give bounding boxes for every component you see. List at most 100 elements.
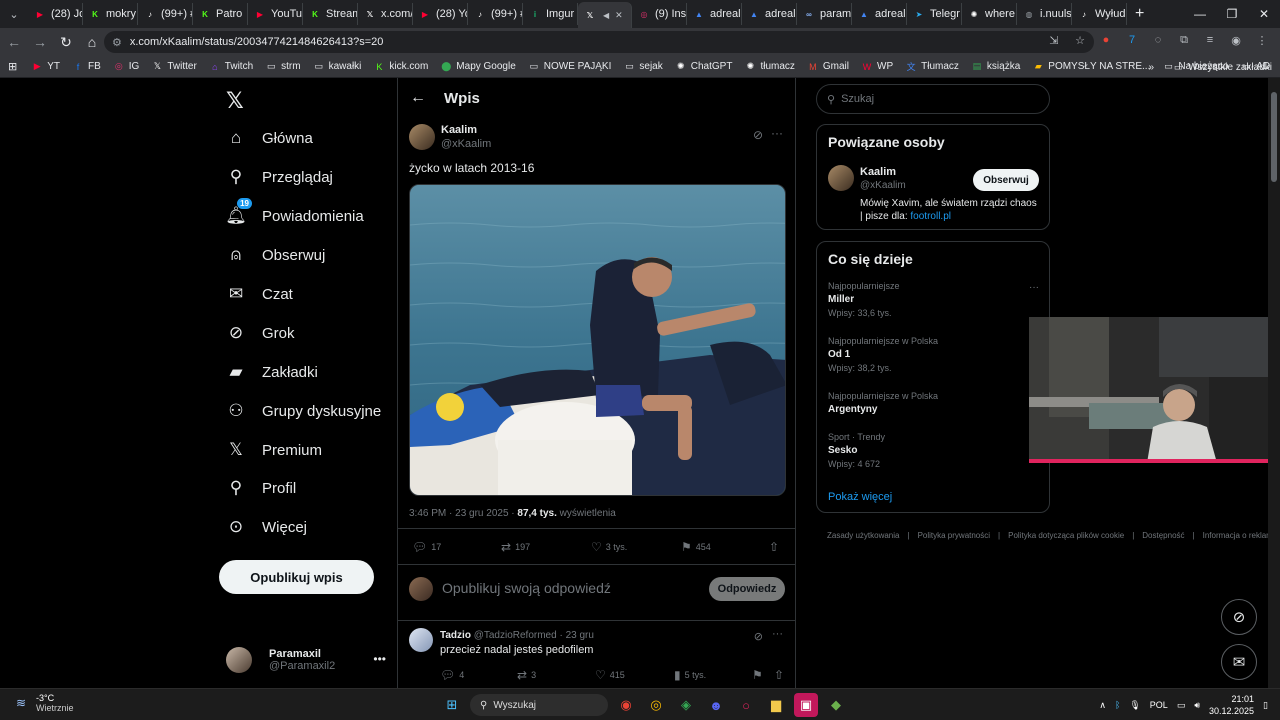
grok-fab-icon[interactable]: ⊘ (1221, 599, 1257, 635)
bookmark-item[interactable]: M Gmail (807, 61, 849, 73)
browser-tab[interactable]: ▶ (28) Yo (413, 3, 468, 25)
browser-tab[interactable]: ∞ param (797, 3, 852, 25)
browser-tab[interactable]: ▲ adreal (687, 3, 742, 25)
notifications-icon[interactable]: ▯ (1263, 700, 1268, 711)
profile-icon[interactable]: ◉ (1228, 32, 1244, 48)
trend-item[interactable]: Najpopularniejsze w Polska Argentyny (828, 391, 1038, 415)
reply-input[interactable]: Opublikuj swoją odpowiedź (442, 580, 611, 596)
minimize-button[interactable]: — (1184, 0, 1216, 28)
volume-icon[interactable]: 🔊︎ (1194, 700, 1200, 711)
speaker-icon[interactable]: ◀︎ (603, 11, 609, 20)
bookmark-item[interactable]: ▰ POMYSŁY NA STRE... (1032, 61, 1151, 73)
nav-item-grok[interactable]: ⊘ Grok (226, 318, 295, 348)
seven-tv-icon[interactable]: 7 (1124, 32, 1140, 48)
chevron-up-icon[interactable]: ∧ (1099, 700, 1106, 711)
bookmark-item[interactable]: ◎ IG (113, 61, 140, 73)
browser-tab[interactable]: ♪ Wyłud (1072, 3, 1127, 25)
clock[interactable]: 21:01 30.12.2025 (1209, 693, 1254, 717)
browser-tab[interactable]: ▶ YouTu (248, 3, 303, 25)
more-icon[interactable]: ··· (771, 126, 783, 140)
browser-tab[interactable]: ♪ (99+) # (138, 3, 193, 25)
star-icon[interactable]: ☆ (1072, 32, 1088, 48)
chrome-icon[interactable]: ◎ (644, 693, 668, 717)
reply-button[interactable]: Odpowiedz (709, 577, 785, 601)
more-icon[interactable]: ••• (373, 652, 386, 666)
browser-tab[interactable]: ▶ (28) Jo (28, 3, 83, 25)
share-action[interactable]: ⇧ (774, 668, 788, 682)
reload-button[interactable]: ↻ (54, 30, 78, 54)
bookmark-item[interactable]: 𝕏 Twitter (151, 61, 197, 73)
messages-fab-icon[interactable]: ✉ (1221, 644, 1257, 680)
maximize-button[interactable]: ❐ (1216, 0, 1248, 28)
network-icon[interactable]: ▭ (1177, 700, 1186, 711)
discord-icon[interactable]: ☻ (704, 693, 728, 717)
nav-item-bell[interactable]: 🔔︎ 19 Powiadomienia (225, 198, 364, 231)
nav-item-more-circle[interactable]: ⊙ Więcej (226, 512, 307, 542)
bookmark-item[interactable]: ▭ strm (265, 61, 301, 73)
scrollbar-thumb[interactable] (1271, 92, 1277, 182)
close-tab-icon[interactable]: ✕ (615, 10, 623, 21)
browser-tab[interactable]: ▲ adreal (742, 3, 797, 25)
browser-tab[interactable]: ✺ where (962, 3, 1017, 25)
avatar[interactable] (828, 165, 854, 191)
address-bar[interactable]: ⚙ x.com/xKaalim/status/20034774214846264… (104, 31, 1094, 53)
bookmark-item[interactable]: ⬤ Mapy Google (440, 61, 516, 73)
back-button[interactable]: ← (2, 30, 26, 54)
nav-item-mail[interactable]: ✉ Czat (226, 279, 293, 309)
reply-action[interactable]: 💬︎ 4 (440, 668, 464, 682)
search-input[interactable]: ⚲ Szukaj (816, 84, 1050, 114)
repost-action[interactable]: ⇄ 3 (517, 668, 536, 682)
author-name[interactable]: Kaalim (441, 124, 477, 136)
footer-link[interactable]: Zasady użytkowania (827, 531, 899, 540)
browser-tab[interactable]: ◍ i.nuuls (1017, 3, 1072, 25)
trend-item[interactable]: Sport · Trendy Sesko Wpisy: 4 672 (828, 432, 1038, 469)
apps-grid-icon[interactable]: ⊞ (8, 60, 17, 73)
bookmark-item[interactable]: ✺ tłumacz (744, 61, 795, 73)
nav-item-x[interactable]: 𝕏 Premium (226, 435, 322, 465)
app-launcher-icon[interactable]: ◉ (614, 693, 638, 717)
post-image[interactable] (409, 184, 786, 496)
bookmark-item[interactable]: W WP (861, 61, 893, 73)
show-more-link[interactable]: Pokaż więcej (828, 491, 892, 503)
bookmark-item[interactable]: ▭ NOWE PAJĄKI (528, 61, 612, 73)
views-action[interactable]: ▮ 5 tys. (674, 668, 706, 682)
nav-item-person[interactable]: ⚲ Profil (226, 473, 296, 503)
browser-tab[interactable]: ◎ (9) Ins (632, 3, 687, 25)
reply-action[interactable]: 💬︎ 17 (412, 540, 441, 554)
nav-item-bookmark[interactable]: ▰ Zakładki (226, 357, 317, 387)
bluetooth-icon[interactable]: ᛒ (1115, 700, 1120, 710)
footer-link[interactable]: Polityka prywatności (918, 531, 990, 540)
home-button[interactable]: ⌂ (80, 30, 104, 54)
nav-item-home[interactable]: ⌂ Główna (226, 123, 313, 153)
media-control-icon[interactable]: ≡ (1202, 32, 1218, 48)
nav-item-add-person[interactable]: ⍝ Obserwuj (226, 240, 325, 270)
weather-widget[interactable]: ≋ -3°C Wietrznie (12, 693, 74, 713)
grok-icon[interactable]: ⊘ (754, 630, 763, 643)
bookmark-action[interactable]: ⚑ (752, 668, 767, 682)
nav-item-search[interactable]: ⚲ Przeglądaj (226, 162, 333, 192)
site-info-icon[interactable]: ⚙ (112, 36, 122, 49)
trend-item[interactable]: Najpopularniejsze w Polska Od 1 Wpisy: 38,… (828, 336, 1038, 373)
browser-tab[interactable]: 𝕏x.com/ (358, 3, 413, 25)
browser-tab[interactable]: K Patro (193, 3, 248, 25)
bookmark-item[interactable]: f FB (72, 61, 101, 73)
file-explorer-icon[interactable]: ▆ (764, 693, 788, 717)
bookmark-item[interactable]: ✺ ChatGPT (675, 61, 732, 73)
browser-tab[interactable]: ▲ adreal (852, 3, 907, 25)
microphone-icon[interactable]: 🎙︎ (1129, 700, 1140, 711)
related-handle[interactable]: @xKaalim (860, 180, 906, 191)
bookmark-item[interactable]: ▤ książka (971, 61, 1021, 73)
more-icon[interactable]: ··· (1029, 282, 1039, 293)
like-action[interactable]: ♡ 415 (595, 668, 625, 682)
record-extension-icon[interactable]: ● (1098, 32, 1114, 48)
extension-circle-icon[interactable]: ◌ (1150, 32, 1166, 48)
bookmark-item[interactable]: 文 Tłumacz (905, 61, 959, 73)
obs-icon[interactable]: ▣ (794, 693, 818, 717)
new-tab-button[interactable]: + (1135, 5, 1144, 23)
browser-tab[interactable]: ➤ Telegr (907, 3, 962, 25)
account-switcher[interactable]: Paramaxil @Paramaxil2 ••• (226, 642, 386, 678)
reply-author-handle[interactable]: @TadzioReformed (474, 630, 557, 641)
reply-post[interactable]: Tadzio @TadzioReformed · 23 gru ⊘ ··· pr… (409, 628, 787, 688)
nav-item-communities[interactable]: ⚇ Grupy dyskusyjne (226, 396, 381, 426)
repost-action[interactable]: ⇄ 197 (501, 540, 530, 554)
